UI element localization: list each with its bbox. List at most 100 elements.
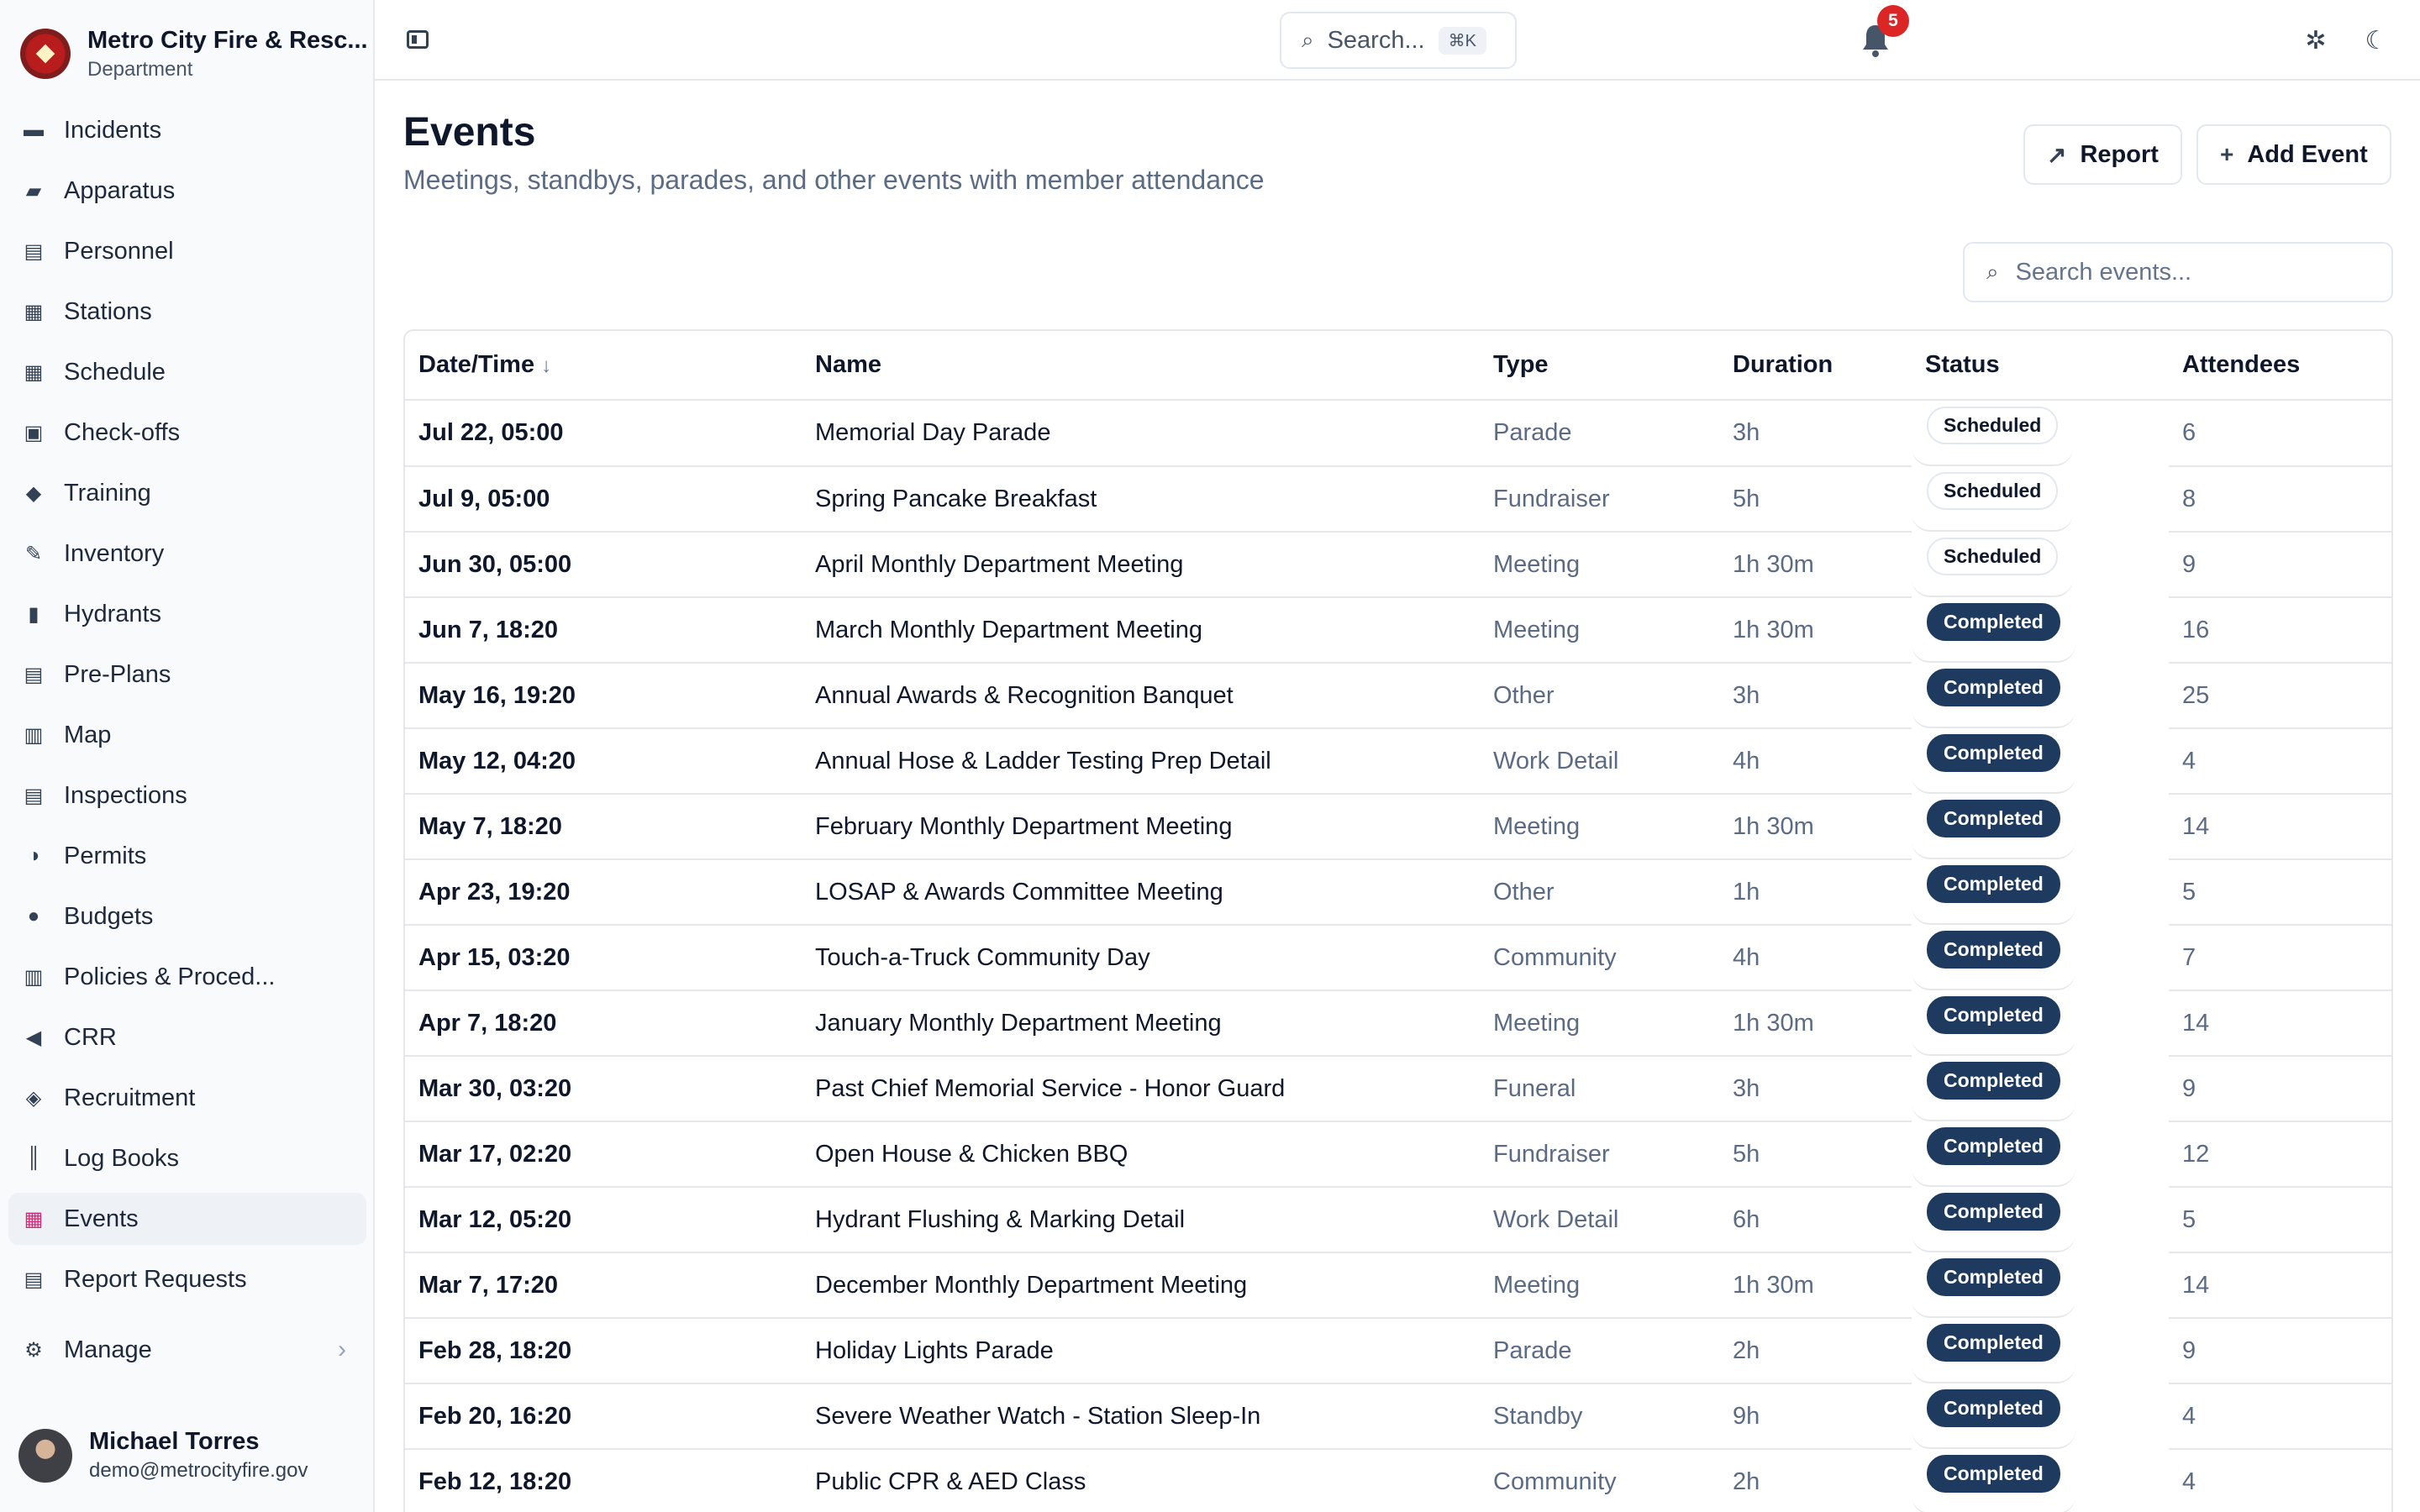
column-header-status[interactable]: Status (1912, 331, 2169, 401)
sidebar-item-apparatus[interactable]: ▰ Apparatus (8, 165, 366, 217)
cell-status: Completed (1912, 1056, 2075, 1121)
brand[interactable]: Metro City Fire & Resc... Department (20, 22, 368, 86)
permit-icon: ◑ (27, 844, 40, 867)
cell-duration: 9h (1719, 1383, 1912, 1450)
report-button[interactable]: ↗ Report (2023, 124, 2182, 185)
cell-status: Scheduled (1912, 532, 2074, 597)
table-row[interactable]: Apr 7, 18:20 January Monthly Department M… (405, 990, 2391, 1057)
table-row[interactable]: Feb 28, 18:20 Holiday Lights Parade Parade… (405, 1318, 2391, 1384)
cell-type: Other (1480, 663, 1719, 729)
sidebar-item-label: Inspections (64, 781, 187, 809)
cell-name: Past Chief Memorial Service - Honor Guar… (802, 1056, 1480, 1122)
table-row[interactable]: Mar 17, 02:20 Open House & Chicken BBQ Fun… (405, 1121, 2391, 1188)
column-header-datetime[interactable]: Date/Time ↓ (405, 331, 802, 401)
table-row[interactable]: Jun 7, 18:20 March Monthly Department Mee… (405, 597, 2391, 664)
column-header-name[interactable]: Name (802, 331, 1480, 401)
table-row[interactable]: May 12, 04:20 Annual Hose & Ladder Testin… (405, 728, 2391, 795)
sidebar-item-report-requests[interactable]: ▤ Report Requests (8, 1253, 366, 1305)
events-search-placeholder: Search events... (2015, 258, 2192, 286)
sidebar-item-events[interactable]: ▦ Events (8, 1193, 366, 1245)
table-row[interactable]: Apr 23, 19:20 LOSAP & Awards Committee Me… (405, 859, 2391, 926)
cell-datetime: Feb 20, 16:20 (405, 1383, 802, 1450)
sidebar-item-log-books[interactable]: ║ Log Books (8, 1132, 366, 1184)
handshake-icon: ◈ (25, 1086, 42, 1110)
add-event-button[interactable]: + Add Event (2196, 124, 2391, 185)
cell-status: Completed (1912, 794, 2075, 859)
sidebar-item-pre-plans[interactable]: ▤ Pre-Plans (8, 648, 366, 701)
status-badge: Completed (1927, 1258, 2060, 1296)
sidebar-item-training[interactable]: ◆ Training (8, 467, 366, 519)
status-badge: Scheduled (1927, 538, 2059, 575)
cell-name: February Monthly Department Meeting (802, 794, 1480, 860)
settings-icon[interactable]: ✲ (2299, 24, 2333, 57)
sidebar-item-hydrants[interactable]: ▮ Hydrants (8, 588, 366, 640)
sidebar-item-map[interactable]: ▥ Map (8, 709, 366, 761)
user-profile[interactable]: Michael Torres demo@metrocityfire.gov (18, 1428, 308, 1483)
sort-descending-icon: ↓ (541, 354, 552, 377)
sidebar-item-label: Training (64, 479, 151, 507)
table-row[interactable]: May 16, 19:20 Annual Awards & Recognition… (405, 663, 2391, 729)
cell-duration: 6h (1719, 1187, 1912, 1253)
sidebar-item-inspections[interactable]: ▤ Inspections (8, 769, 366, 822)
books-icon: ║ (26, 1147, 41, 1169)
status-badge: Scheduled (1927, 407, 2059, 444)
sidebar-item-budgets[interactable]: ● Budgets (8, 890, 366, 942)
clipboard-check-icon: ▤ (24, 784, 44, 807)
cell-type: Meeting (1480, 1252, 1719, 1319)
dark-mode-toggle-icon[interactable]: ☾ (2360, 24, 2393, 57)
cell-type: Meeting (1480, 597, 1719, 664)
incidents-icon: ▬ (24, 118, 44, 141)
sidebar-item-crr[interactable]: ◀ CRR (8, 1011, 366, 1063)
sidebar-item-recruitment[interactable]: ◈ Recruitment (8, 1072, 366, 1124)
sidebar-item-permits[interactable]: ◑ Permits (8, 830, 366, 882)
sidebar-item-stations[interactable]: ▦ Stations (8, 286, 366, 338)
sidebar-item-incidents[interactable]: ▬ Incidents (8, 104, 366, 156)
graduation-cap-icon: ◆ (25, 481, 42, 505)
column-header-attendees[interactable]: Attendees (2169, 331, 2391, 401)
cell-duration: 5h (1719, 466, 1912, 533)
sidebar-item-manage[interactable]: ⚙ Manage › (8, 1324, 366, 1376)
table-row[interactable]: Feb 12, 18:20 Public CPR & AED Class Commu… (405, 1449, 2391, 1512)
status-badge: Completed (1927, 603, 2060, 641)
table-row[interactable]: Mar 12, 05:20 Hydrant Flushing & Marking … (405, 1187, 2391, 1253)
table-row[interactable]: Feb 20, 16:20 Severe Weather Watch - Stat… (405, 1383, 2391, 1450)
column-header-type[interactable]: Type (1480, 331, 1719, 401)
cell-duration: 5h (1719, 1121, 1912, 1188)
sidebar-item-inventory[interactable]: ✎ Inventory (8, 528, 366, 580)
cell-datetime: Mar 17, 02:20 (405, 1121, 802, 1188)
table-row[interactable]: Jul 22, 05:00 Memorial Day Parade Parade 3h… (405, 400, 2391, 467)
table-row[interactable]: Mar 7, 17:20 December Monthly Department … (405, 1252, 2391, 1319)
sidebar-item-personnel[interactable]: ▤ Personnel (8, 225, 366, 277)
table-row[interactable]: May 7, 18:20 February Monthly Department … (405, 794, 2391, 860)
global-search-input[interactable]: ⌕ Search... ⌘K (1280, 12, 1517, 69)
table-row[interactable]: Mar 30, 03:20 Past Chief Memorial Service… (405, 1056, 2391, 1122)
cell-status: Completed (1912, 1449, 2075, 1512)
cell-datetime: Jul 22, 05:00 (405, 400, 802, 467)
cell-name: Spring Pancake Breakfast (802, 466, 1480, 533)
sidebar-item-label: CRR (64, 1023, 117, 1051)
cell-attendees: 14 (2169, 794, 2391, 860)
cell-datetime: Mar 12, 05:20 (405, 1187, 802, 1253)
cell-attendees: 12 (2169, 1121, 2391, 1188)
keyboard-shortcut: ⌘K (1438, 26, 1486, 55)
cell-name: Open House & Chicken BBQ (802, 1121, 1480, 1188)
sidebar-item-policies-proced[interactable]: ▥ Policies & Proced... (8, 951, 366, 1003)
sidebar-item-schedule[interactable]: ▦ Schedule (8, 346, 366, 398)
table-row[interactable]: Jun 30, 05:00 April Monthly Department Me… (405, 532, 2391, 598)
events-search-input[interactable]: ⌕ Search events... (1963, 242, 2393, 302)
column-header-duration[interactable]: Duration (1719, 331, 1912, 401)
sidebar-item-check-offs[interactable]: ▣ Check-offs (8, 407, 366, 459)
cell-duration: 3h (1719, 1056, 1912, 1122)
cell-datetime: Apr 15, 03:20 (405, 925, 802, 991)
id-card-icon: ▤ (24, 239, 44, 263)
sidebar-toggle-icon[interactable] (407, 30, 429, 49)
cell-duration: 1h (1719, 859, 1912, 926)
sidebar-item-label: Check-offs (64, 418, 181, 446)
table-row[interactable]: Apr 15, 03:20 Touch-a-Truck Community Day… (405, 925, 2391, 991)
building-icon: ▦ (24, 300, 44, 323)
cell-type: Fundraiser (1480, 466, 1719, 533)
calendar-event-icon: ▦ (24, 1207, 44, 1231)
status-badge: Scheduled (1927, 472, 2059, 510)
table-row[interactable]: Jul 9, 05:00 Spring Pancake Breakfast Fund… (405, 466, 2391, 533)
sidebar-item-label: Report Requests (64, 1265, 247, 1293)
